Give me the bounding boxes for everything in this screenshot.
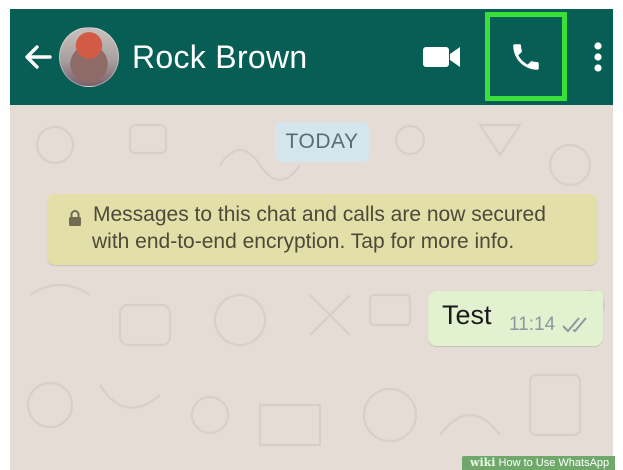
lock-icon [69, 210, 81, 226]
contact-name[interactable]: Rock Brown [132, 37, 308, 77]
message-text: Test [442, 300, 492, 330]
encryption-notice-line-2: with end-to-end encryption. Tap for more… [92, 230, 515, 253]
app-frame: Rock Brown TODAY Messages to this chat a… [10, 9, 613, 470]
watermark-logo: wiki [470, 456, 496, 469]
arrow-left-icon[interactable] [22, 41, 54, 73]
outgoing-message[interactable]: Test 11:14 [428, 291, 603, 346]
watermark-text: How to Use WhatsApp [498, 457, 610, 469]
chat-header: Rock Brown [10, 9, 613, 105]
wikihow-watermark: wiki How to Use WhatsApp [462, 456, 616, 470]
more-vertical-icon[interactable] [588, 39, 608, 75]
date-chip: TODAY [275, 122, 369, 162]
encryption-notice-line-1: Messages to this chat and calls are now … [93, 203, 546, 226]
double-check-icon [562, 317, 587, 333]
video-camera-icon[interactable] [422, 41, 462, 73]
message-time: 11:14 [509, 314, 556, 335]
phone-icon[interactable] [509, 40, 543, 74]
avatar[interactable] [59, 27, 119, 87]
voice-call-button[interactable] [485, 12, 567, 101]
chat-area[interactable]: TODAY Messages to this chat and calls ar… [10, 105, 613, 470]
encryption-notice[interactable]: Messages to this chat and calls are now … [47, 194, 598, 265]
